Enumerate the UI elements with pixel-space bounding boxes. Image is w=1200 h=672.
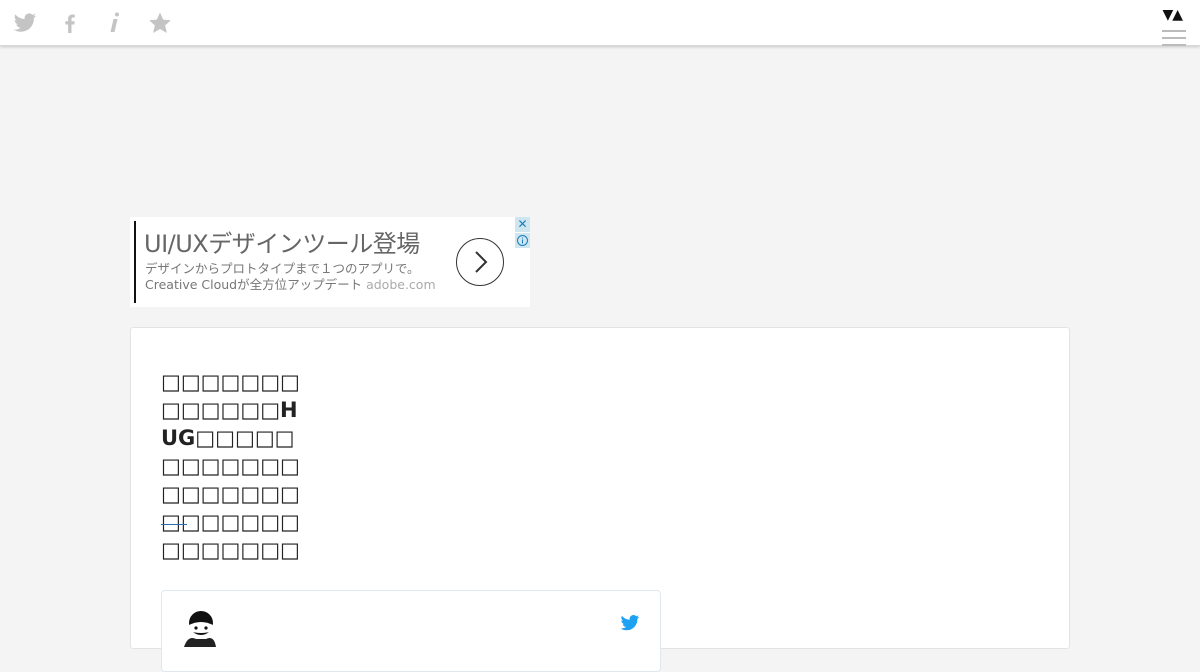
info-icon[interactable]	[103, 11, 127, 35]
advertisement[interactable]: UI/UXデザインツール登場 デザインからプロトタイプまで１つのアプリで。 Cr…	[130, 217, 530, 307]
ad-subline-text: Creative Cloudが全方位アップデート	[145, 277, 363, 292]
title-underline	[161, 524, 187, 525]
menu-icon[interactable]	[1162, 30, 1186, 51]
close-icon[interactable]: ✕	[515, 217, 530, 232]
top-bar: ▼▲	[0, 0, 1200, 46]
ad-domain[interactable]: adobe.com	[366, 277, 436, 292]
sort-toggle[interactable]: ▼▲	[1162, 8, 1183, 22]
twitter-icon[interactable]	[13, 11, 37, 35]
chevron-right-icon[interactable]	[456, 238, 504, 286]
adchoices-info-icon[interactable]	[515, 233, 530, 248]
ad-description: デザインからプロトタイプまで１つのアプリで。	[145, 261, 420, 276]
ad-subline: Creative Cloudが全方位アップデート adobe.com	[145, 277, 436, 293]
avatar[interactable]	[180, 609, 218, 647]
twitter-bird-icon[interactable]	[620, 613, 640, 633]
ad-accent-bar	[134, 221, 136, 303]
content-card: □□□□□□□□□□□□□HUG□□□□□□□□□□□□□□□□□□□□□□□□…	[130, 327, 1070, 672]
facebook-icon[interactable]	[58, 11, 82, 35]
page-title: □□□□□□□□□□□□□HUG□□□□□□□□□□□□□□□□□□□□□□□□…	[161, 370, 300, 562]
star-icon[interactable]	[148, 11, 172, 35]
ad-headline[interactable]: UI/UXデザインツール登場	[144, 229, 420, 259]
embedded-tweet[interactable]	[161, 590, 661, 672]
